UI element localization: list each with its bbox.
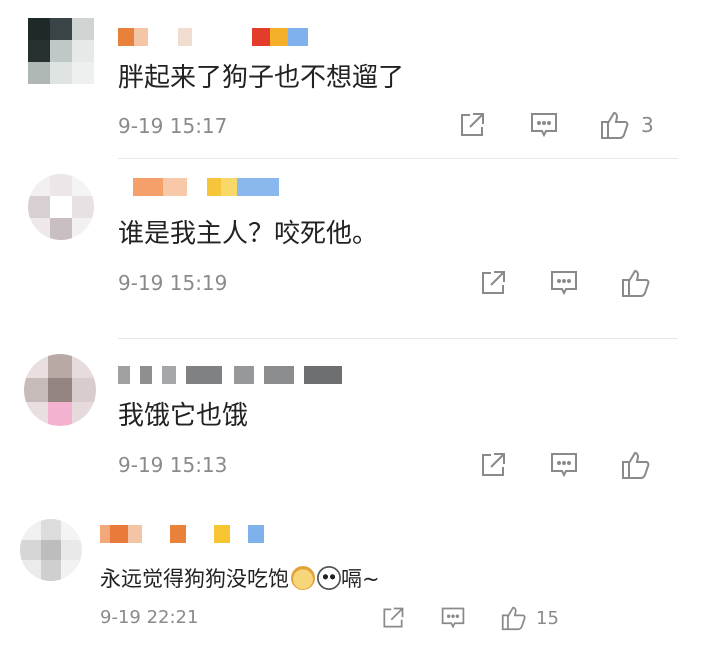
thumbs-up-icon <box>622 269 650 297</box>
divider <box>118 338 678 339</box>
comment-2: 谁是我主人？咬死他。 9-19 15:19 <box>0 160 711 340</box>
comment-text-suffix: 嗝~ <box>341 567 380 591</box>
avatar[interactable] <box>20 519 82 581</box>
divider <box>118 158 678 159</box>
panda-face-emoji <box>317 566 341 590</box>
like-count: 3 <box>641 113 654 137</box>
reply-button[interactable] <box>529 110 559 140</box>
share-icon <box>482 453 505 476</box>
share-icon <box>482 271 505 294</box>
comment-1: 胖起来了狗子也不想遛了 9-19 15:17 3 <box>0 0 711 160</box>
comment-time: 9-19 22:21 <box>100 607 199 628</box>
comment-text: 胖起来了狗子也不想遛了 <box>118 63 405 93</box>
thumbs-up-icon <box>601 111 629 139</box>
share-button[interactable] <box>478 268 508 298</box>
share-button[interactable] <box>457 110 487 140</box>
reply-icon <box>551 453 577 478</box>
reply-button[interactable] <box>549 450 579 480</box>
comment-text: 我饿它也饿 <box>118 401 249 431</box>
reply-icon <box>441 607 465 629</box>
dog-face-emoji <box>291 566 315 590</box>
like-button[interactable] <box>620 268 652 298</box>
comment-time: 9-19 15:17 <box>118 114 228 138</box>
comment-text: 永远觉得狗狗没吃饱 嗝~ <box>100 565 380 593</box>
like-button[interactable]: 3 <box>599 110 654 140</box>
share-icon <box>383 607 404 628</box>
avatar[interactable] <box>28 18 94 84</box>
like-button[interactable]: 15 <box>500 605 559 631</box>
username-blurred[interactable] <box>133 178 303 196</box>
share-button[interactable] <box>380 605 406 631</box>
like-count: 15 <box>536 607 559 629</box>
comment-4: 永远觉得狗狗没吃饱 嗝~ 9-19 22:21 15 <box>0 505 711 645</box>
comment-3: 我饿它也饿 9-19 15:13 <box>0 340 711 505</box>
avatar[interactable] <box>28 174 94 240</box>
thumbs-up-icon <box>622 451 650 479</box>
reply-button[interactable] <box>549 268 579 298</box>
comment-text-main: 永远觉得狗狗没吃饱 <box>100 567 289 591</box>
username-blurred[interactable] <box>100 525 280 543</box>
avatar[interactable] <box>24 354 96 426</box>
reply-icon <box>551 271 577 296</box>
thumbs-up-icon <box>501 606 526 631</box>
share-icon <box>461 113 484 136</box>
share-button[interactable] <box>478 450 508 480</box>
reply-button[interactable] <box>440 605 466 631</box>
username-blurred[interactable] <box>118 28 338 46</box>
like-button[interactable] <box>620 450 652 480</box>
reply-icon <box>531 113 557 138</box>
comment-time: 9-19 15:13 <box>118 453 228 477</box>
username-blurred[interactable] <box>118 366 353 384</box>
comment-time: 9-19 15:19 <box>118 271 228 295</box>
comment-text: 谁是我主人？咬死他。 <box>118 219 379 249</box>
